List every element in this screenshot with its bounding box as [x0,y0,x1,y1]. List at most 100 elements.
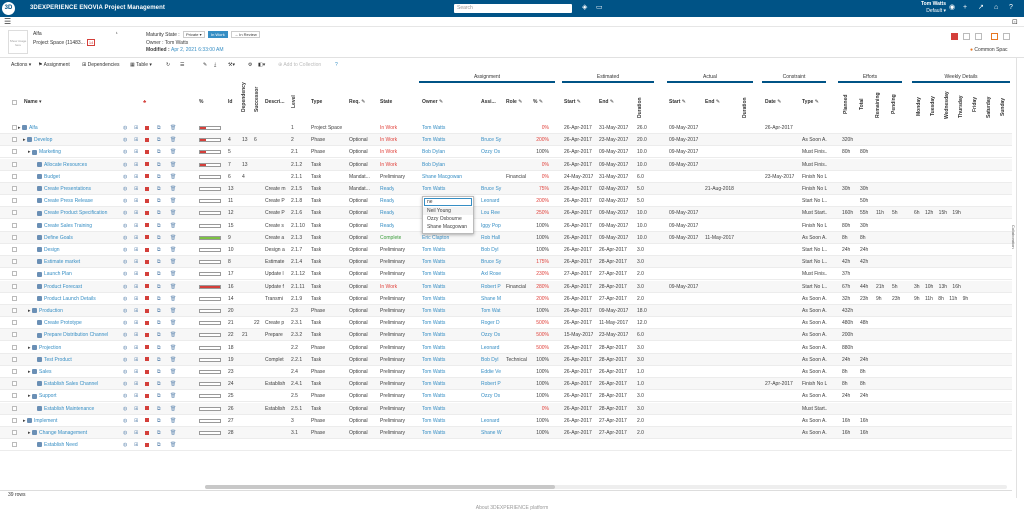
close-icon[interactable] [1003,33,1010,40]
delete-icon[interactable]: 🗑 [170,134,176,146]
row-checkbox[interactable] [12,259,17,265]
refresh-icon[interactable] [991,33,998,40]
expand-icon[interactable]: ⊡ [1012,18,1018,26]
notification-icon[interactable]: ◍ [123,329,127,341]
delete-icon[interactable]: 🗑 [170,378,176,390]
col-req[interactable]: Req. ✎ [349,99,365,105]
table-row[interactable]: ▸ Support ◍ ⊞ ⧉ 🗑 25 2.5 Phase Optional Preliminar… [0,390,1012,403]
table-row[interactable]: Establish Sales Channel ◍ ⊞ ⧉ 🗑 24 Establish 2.… [0,378,1012,391]
open-icon[interactable]: ⧉ [157,354,161,366]
task-name-link[interactable]: Production [39,305,128,317]
owner-option-1[interactable]: Ozzy Osbourne [423,215,473,223]
status-icon[interactable] [145,171,149,183]
delete-icon[interactable]: 🗑 [170,146,176,158]
row-checkbox[interactable] [12,430,17,435]
delete-icon[interactable]: 🗑 [170,305,176,317]
status-icon[interactable] [145,439,149,451]
status-icon[interactable] [145,378,149,390]
table-row[interactable]: Establish Maintenance ◍ ⊞ ⧉ 🗑 26 Establish 2.5.… [0,402,1012,415]
open-icon[interactable]: ⧉ [157,427,161,439]
col-id[interactable]: Id [228,99,232,105]
task-name-link[interactable]: Change Management [39,427,128,439]
table-row[interactable]: Establish Need ◍ ⊞ ⧉ 🗑 [0,439,1012,452]
table-row[interactable]: Create Press Release ◍ ⊞ ⧉ 🗑 11 Create P 2.1.8 T… [0,195,1012,208]
refresh-button-icon[interactable]: ↻ [166,61,170,69]
delete-icon[interactable]: 🗑 [170,244,176,256]
task-name-link[interactable]: Establish Need [44,439,128,451]
task-name-link[interactable]: Allocate Resources [44,159,128,171]
notification-icon[interactable]: ◍ [123,354,127,366]
col-pending[interactable]: Pending [891,94,897,114]
delete-icon[interactable]: 🗑 [170,159,176,171]
hierarchy-icon[interactable]: ⊞ [134,256,138,268]
cell-owner[interactable]: Shane Macgowan [422,171,478,183]
status-column-icon[interactable]: ♣ [143,99,146,105]
table-row[interactable]: Allocate Resources ◍ ⊞ ⧉ 🗑 7 13 2.1.2 Task Option… [0,158,1012,171]
delete-icon[interactable]: 🗑 [170,220,176,232]
cell-owner[interactable]: Tom Watts [422,415,478,427]
open-icon[interactable]: ⧉ [157,207,161,219]
task-name-link[interactable]: Establish Sales Channel [44,378,128,390]
table-row[interactable]: Product Launch Details ◍ ⊞ ⧉ 🗑 14 Transmi 2.1.9… [0,293,1012,305]
info-icon[interactable]: ¹ [116,31,118,37]
home-icon[interactable]: ⌂ [994,4,998,12]
status-icon[interactable] [145,366,149,378]
open-icon[interactable]: ⧉ [157,220,161,232]
help-icon[interactable]: ? [335,61,338,69]
cell-owner[interactable]: Tom Watts [422,403,478,415]
hierarchy-icon[interactable]: ⊞ [134,232,138,244]
notification-icon[interactable]: ◍ [123,256,127,268]
delete-icon[interactable]: 🗑 [170,403,176,415]
delete-icon[interactable]: 🗑 [170,415,176,427]
col-planned[interactable]: Planned [843,95,849,114]
col-role[interactable]: Role ✎ [506,99,522,105]
col-name[interactable]: Name ▾ [24,99,42,105]
notification-icon[interactable]: ◍ [123,134,127,146]
open-icon[interactable]: ⧉ [157,366,161,378]
inbox-icon[interactable]: ▭ [596,4,603,12]
notification-icon[interactable]: ◍ [123,378,127,390]
row-checkbox[interactable] [12,308,17,313]
table-row[interactable]: ▸ Sales ◍ ⊞ ⧉ 🗑 23 2.4 Phase Optional Preliminary T… [0,366,1012,378]
row-checkbox[interactable] [12,332,17,338]
hierarchy-icon[interactable]: ⊞ [134,317,138,329]
notification-icon[interactable]: ◍ [123,183,127,195]
notification-icon[interactable]: ◍ [123,146,127,158]
delete-icon[interactable]: 🗑 [170,390,176,402]
task-name-link[interactable]: Product Forecast [44,281,128,293]
col-successor[interactable]: Successor [254,87,260,112]
cell-owner[interactable]: Tom Watts [422,329,478,341]
task-name-link[interactable]: Marketing [39,146,128,158]
delete-icon[interactable]: 🗑 [170,354,176,366]
task-name-link[interactable]: Sales [39,366,128,378]
cell-owner[interactable]: Tom Watts [422,378,478,390]
prev-icon[interactable] [963,33,970,40]
task-name-link[interactable]: Establish Maintenance [44,403,128,415]
row-checkbox[interactable] [12,369,17,374]
table-row[interactable]: Product Forecast ◍ ⊞ ⧉ 🗑 16 Update f 2.1.11 Task… [0,280,1012,293]
delete-icon[interactable]: 🗑 [170,293,176,305]
hierarchy-icon[interactable]: ⊞ [134,207,138,219]
open-icon[interactable]: ⧉ [157,415,161,427]
compass-logo-icon[interactable]: 3D [2,2,15,15]
select-all-checkbox[interactable] [12,100,17,105]
notification-icon[interactable]: ◍ [123,171,127,183]
col-constraint-type[interactable]: Type ✎ [802,99,819,105]
open-icon[interactable]: ⧉ [157,232,161,244]
notification-icon[interactable]: ◍ [123,403,127,415]
delete-icon[interactable]: 🗑 [170,207,176,219]
table-row[interactable]: Launch Plan ◍ ⊞ ⧉ 🗑 17 Update l 2.1.12 Task Optio… [0,268,1012,281]
notification-icon[interactable]: ◍ [123,195,127,207]
notification-icon[interactable]: ◍ [123,293,127,305]
cell-owner[interactable] [422,439,478,451]
table-menu[interactable]: ▦ Table ▾ [130,61,152,69]
collaboration-tab[interactable]: Collaboration [1011,225,1016,249]
expand-toggle-icon[interactable]: ▸ [28,146,31,158]
status-icon[interactable] [145,427,149,439]
status-icon[interactable] [145,390,149,402]
hierarchy-icon[interactable]: ⊞ [134,415,138,427]
col-wednesday[interactable]: Wednesday [944,91,950,119]
hierarchy-icon[interactable]: ⊞ [134,390,138,402]
table-row[interactable]: Test Product ◍ ⊞ ⧉ 🗑 19 Complet 2.2.1 Task Option… [0,353,1012,366]
status-icon[interactable] [145,220,149,232]
